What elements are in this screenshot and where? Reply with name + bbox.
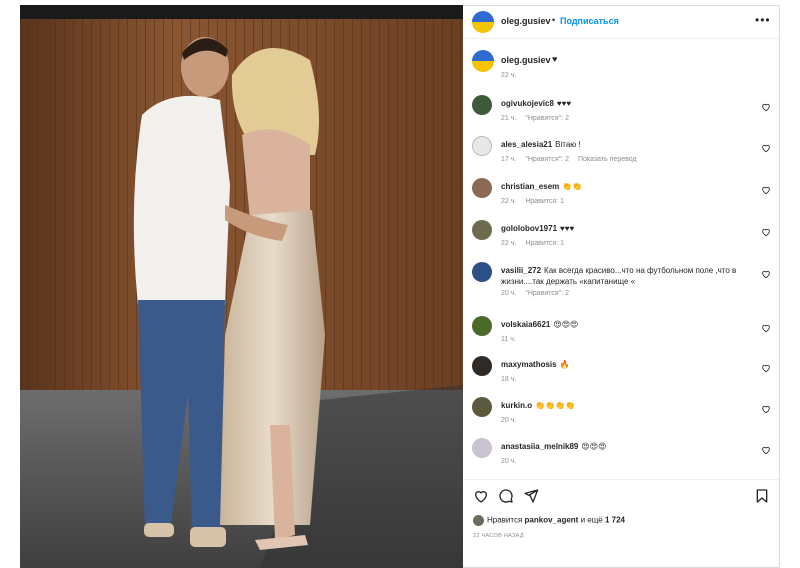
commenter-avatar[interactable] [472,356,492,376]
comment-item: volskaia6621 😍😍😍 11 ч. [463,316,779,356]
comment-time: 20 ч. [501,290,517,297]
post-image [20,5,463,568]
comment-text: ♥♥♥ [556,99,572,108]
heart-icon[interactable] [473,488,489,504]
commenter-avatar[interactable] [472,262,492,282]
commenter-avatar[interactable] [472,438,492,458]
heart-icon[interactable] [761,363,771,373]
commenter-avatar[interactable] [472,95,492,115]
heart-icon[interactable] [761,323,771,333]
share-icon[interactable] [523,488,539,504]
comment-item: ogivukojevic8 ♥♥♥ 21 ч. "Нравится": 2 [463,95,779,135]
commenter-avatar[interactable] [472,178,492,198]
likes-summary: Нравится pankov_agent и ещё 1 724 [473,515,625,526]
comment-item: anastasiia_melnik89 😍😍😍 20 ч. [463,438,779,478]
comment-username[interactable]: ogivukojevic8 [501,99,554,108]
comment-item: christian_esem 👏👏 22 ч. Нравится: 1 [463,178,779,218]
post-details-panel: oleg.gusiev • Подписаться ••• oleg.gusie… [463,5,780,568]
comment-item: maxymathosis 🔥 18 ч. [463,356,779,396]
comment-username[interactable]: ales_alesia21 [501,140,552,149]
comment-username[interactable]: christian_esem [501,182,559,191]
heart-icon[interactable] [761,269,771,279]
post-header: oleg.gusiev • Подписаться ••• [463,6,779,39]
comment-text: 🔥 [559,360,570,369]
caption-avatar[interactable] [472,50,494,72]
comment-time: 20 ч. [501,417,517,424]
comment-username[interactable]: volskaia6621 [501,320,550,329]
heart-icon[interactable] [761,227,771,237]
comment-text: Вітаю ! [555,140,581,149]
commenter-avatar[interactable] [472,316,492,336]
show-translation-link[interactable]: Показать перевод [578,156,637,163]
comment-likes[interactable]: Нравится: 1 [525,240,564,247]
heart-icon[interactable] [761,445,771,455]
comment-text: 👏👏 [562,182,583,191]
bookmark-icon[interactable] [754,488,770,504]
comment-item: kurkin.o 👏👏👏👏 20 ч. [463,397,779,437]
heart-icon[interactable] [761,143,771,153]
post-photo[interactable] [20,5,463,568]
comment-likes[interactable]: "Нравится": 2 [525,290,569,297]
post-timestamp[interactable]: 22 ЧАСОВ НАЗАД [473,533,524,539]
likes-prefix: Нравится [487,515,523,525]
comment-likes[interactable]: "Нравится": 2 [525,156,569,163]
commenter-avatar[interactable] [472,220,492,240]
comment-time: 22 ч. [501,198,517,205]
heart-icon[interactable] [761,185,771,195]
liker-avatar[interactable] [473,515,484,526]
comment-likes[interactable]: Нравится: 1 [525,198,564,205]
header-separator: • [552,15,556,25]
follow-button[interactable]: Подписаться [560,16,619,26]
comment-text: ♥♥♥ [560,224,575,233]
comment-text: 😍😍😍 [553,320,579,329]
author-username[interactable]: oleg.gusiev [501,16,551,26]
likes-middle: и ещё [580,515,603,525]
likes-count[interactable]: 1 724 [605,516,625,525]
comment-username[interactable]: kurkin.o [501,401,532,410]
comment-text: 😍😍😍 [581,442,607,451]
heart-icon[interactable] [761,102,771,112]
caption-time: 22 ч. [501,72,517,79]
comment-time: 11 ч. [501,336,516,343]
liker-username[interactable]: pankov_agent [525,516,579,525]
comment-likes[interactable]: "Нравится": 2 [525,115,569,122]
commenter-avatar[interactable] [472,136,492,156]
comment-time: 18 ч. [501,376,517,383]
comment-username[interactable]: gololobov1971 [501,224,557,233]
comment-icon[interactable] [498,488,514,504]
comment-time: 21 ч. [501,115,517,122]
comment-time: 22 ч. [501,240,517,247]
comment-item: vasilii_272 Как всегда красиво...что на ф… [463,262,779,308]
heart-icon[interactable] [761,404,771,414]
caption-text: ♥ [552,54,558,64]
commenter-avatar[interactable] [472,397,492,417]
comment-time: 17 ч. [501,156,517,163]
post-action-bar [463,479,779,508]
comment-item: gololobov1971 ♥♥♥ 22 ч. Нравится: 1 [463,220,779,260]
comment-username[interactable]: vasilii_272 [501,266,541,275]
author-avatar[interactable] [472,11,494,33]
comment-username[interactable]: maxymathosis [501,360,557,369]
ellipsis-icon[interactable]: ••• [755,13,771,27]
comment-username[interactable]: anastasiia_melnik89 [501,442,578,451]
comment-time: 20 ч. [501,458,517,465]
comment-item: ales_alesia21 Вітаю ! 17 ч. "Нравится": 2 П… [463,136,779,176]
caption-username[interactable]: oleg.gusiev [501,55,551,65]
comment-text: 👏👏👏👏 [535,401,575,410]
